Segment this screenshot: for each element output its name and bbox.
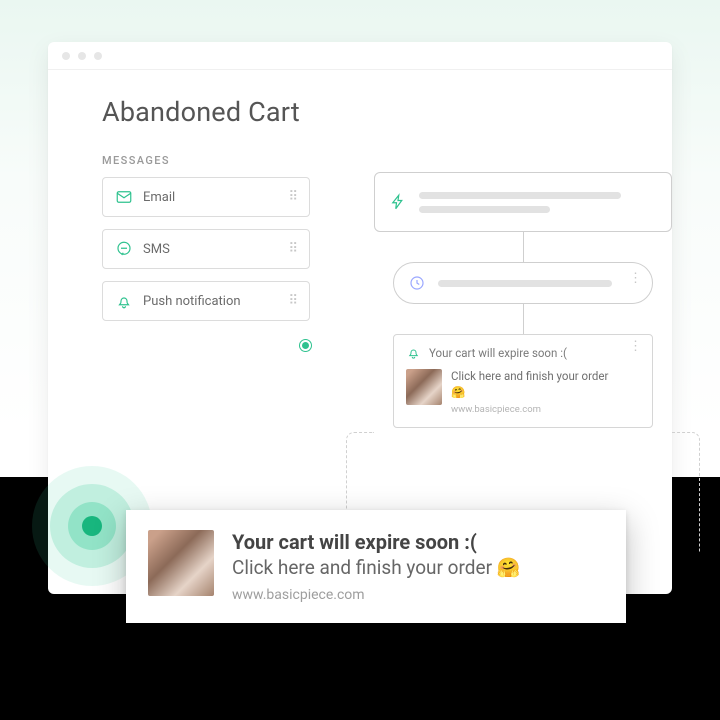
push-preview-node[interactable]: ⋮ Your cart will expire soon :( Click he… [393, 334, 653, 428]
toast-title: Your cart will expire soon :( [232, 530, 520, 554]
chat-icon [115, 240, 133, 258]
drag-handle-icon[interactable]: ⠿ [288, 195, 301, 200]
trigger-skeleton [419, 192, 657, 213]
bolt-icon [389, 193, 407, 211]
window-dot-icon [78, 52, 86, 60]
message-type-sms[interactable]: SMS ⠿ [102, 229, 310, 269]
drag-handle-icon[interactable]: ⠿ [288, 299, 301, 304]
message-type-label: Email [143, 190, 175, 205]
clock-icon [408, 274, 426, 292]
drag-handle-icon[interactable]: ⠿ [288, 247, 301, 252]
trigger-node[interactable] [374, 172, 672, 232]
window-dot-icon [62, 52, 70, 60]
messages-section-label: MESSAGES [48, 128, 672, 177]
connector-handle-icon[interactable] [300, 340, 311, 351]
preview-source: www.basicpiece.com [451, 404, 618, 415]
mail-icon [115, 188, 133, 206]
message-type-label: Push notification [143, 294, 241, 309]
wait-node[interactable]: ⋮ [393, 262, 653, 304]
more-icon[interactable]: ⋮ [629, 277, 642, 281]
bell-icon [406, 345, 421, 360]
avatar [406, 369, 442, 405]
more-icon[interactable]: ⋮ [629, 345, 642, 349]
preview-body: Click here and finish your order 🤗 [451, 369, 618, 400]
message-type-push[interactable]: Push notification ⠿ [102, 281, 310, 321]
messages-palette: Email ⠿ SMS ⠿ Push notification ⠿ [48, 177, 310, 321]
page-title: Abandoned Cart [48, 70, 672, 128]
message-type-label: SMS [143, 242, 170, 257]
flow-connector [523, 304, 524, 334]
window-dot-icon [94, 52, 102, 60]
toast-body: Click here and finish your order 🤗 [232, 556, 520, 579]
avatar [148, 530, 214, 596]
automation-canvas: ⋮ ⋮ Your cart will expire soon :( Click … [374, 172, 672, 428]
push-notification-toast[interactable]: Your cart will expire soon :( Click here… [126, 510, 626, 623]
window-titlebar [48, 42, 672, 70]
dashed-connector-right [672, 432, 700, 552]
preview-title: Your cart will expire soon :( [429, 346, 567, 360]
message-type-email[interactable]: Email ⠿ [102, 177, 310, 217]
toast-source: www.basicpiece.com [232, 587, 520, 603]
bell-icon [115, 292, 133, 310]
flow-connector [523, 232, 524, 262]
